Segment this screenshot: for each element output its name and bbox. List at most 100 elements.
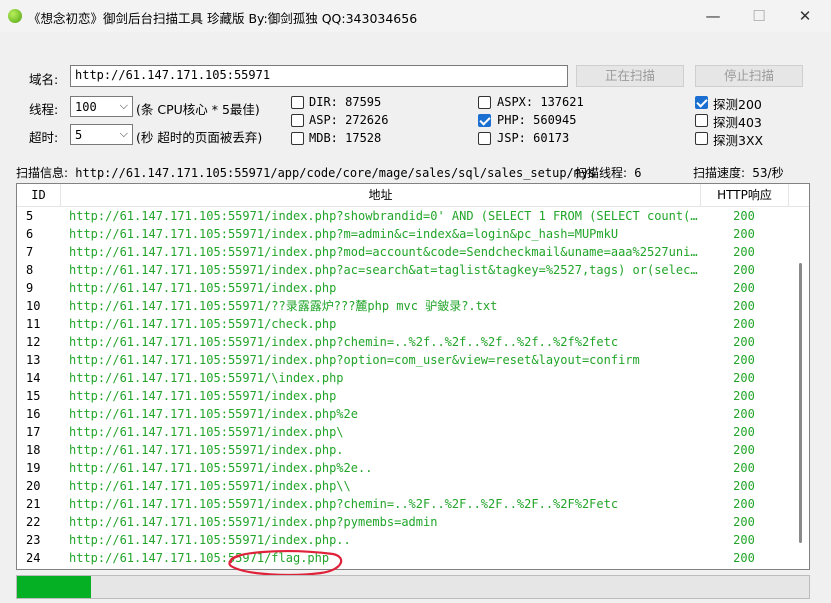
vertical-scrollbar[interactable] <box>793 207 809 569</box>
table-row[interactable]: 10 http://61.147.171.105:55971/??录露露炉???麓… <box>17 297 793 315</box>
row-url[interactable]: http://61.147.171.105:55971/index.php?mo… <box>69 243 701 261</box>
row-url[interactable]: http://61.147.171.105:55971/flag.php <box>69 549 701 567</box>
minimize-button[interactable]: — <box>690 0 736 32</box>
scan-speed: 扫描速度: 53/秒 <box>693 164 784 181</box>
app-icon <box>8 9 22 23</box>
row-id: 17 <box>26 425 41 439</box>
row-http-code: 200 <box>733 371 755 385</box>
dict-php-label: PHP: 560945 <box>497 113 577 127</box>
table-row[interactable]: 13 http://61.147.171.105:55971/index.php?… <box>17 351 793 369</box>
row-url[interactable]: http://61.147.171.105:55971/index.php.. <box>69 531 701 549</box>
start-scan-button[interactable]: 正在扫描 <box>576 65 684 87</box>
row-url[interactable]: http://61.147.171.105:55971/index.php?op… <box>69 351 701 369</box>
progress-bar <box>16 575 810 599</box>
dict-jsp-label: JSP: 60173 <box>497 131 570 145</box>
table-row[interactable]: 16 http://61.147.171.105:55971/index.php%… <box>17 405 793 423</box>
table-row[interactable]: 23 http://61.147.171.105:55971/index.php.… <box>17 531 793 549</box>
column-header-http[interactable]: HTTP响应 <box>701 184 789 206</box>
row-url[interactable]: http://61.147.171.105:55971/index.php?py… <box>69 513 701 531</box>
results-table[interactable]: ID 地址 HTTP响应 5 http://61.147.171.105:5597… <box>16 183 810 570</box>
dict-asp-checkbox[interactable] <box>291 114 304 127</box>
row-url[interactable]: http://61.147.171.105:55971/\index.php <box>69 369 701 387</box>
table-row[interactable]: 24 http://61.147.171.105:55971/flag.php 20… <box>17 549 793 567</box>
table-row[interactable]: 8 http://61.147.171.105:55971/index.php?a… <box>17 261 793 279</box>
table-row[interactable]: 7 http://61.147.171.105:55971/index.php?m… <box>17 243 793 261</box>
column-header-url[interactable]: 地址 <box>61 184 701 206</box>
row-url[interactable]: http://61.147.171.105:55971/index.php <box>69 387 701 405</box>
row-url[interactable]: http://61.147.171.105:55971/index.php?ch… <box>69 495 701 513</box>
domain-label: 域名: <box>29 72 59 87</box>
dict-mdb-checkbox[interactable] <box>291 132 304 145</box>
row-url[interactable]: http://61.147.171.105:55971/index.php%2e… <box>69 459 701 477</box>
probe-200-checkbox[interactable] <box>695 96 708 109</box>
table-row[interactable]: 15 http://61.147.171.105:55971/index.php 2… <box>17 387 793 405</box>
maximize-button[interactable]: ☐ <box>736 0 782 32</box>
row-id: 18 <box>26 443 41 457</box>
table-row[interactable]: 19 http://61.147.171.105:55971/index.php%… <box>17 459 793 477</box>
table-row[interactable]: 18 http://61.147.171.105:55971/index.php.… <box>17 441 793 459</box>
row-url[interactable]: http://61.147.171.105:55971/??录露露炉???麓ph… <box>69 297 701 315</box>
row-id: 5 <box>26 209 34 223</box>
table-row[interactable]: 12 http://61.147.171.105:55971/index.php?… <box>17 333 793 351</box>
row-url[interactable]: http://61.147.171.105:55971/index.php <box>69 279 701 297</box>
timeout-label: 超时: <box>29 130 59 145</box>
row-id: 15 <box>26 389 41 403</box>
row-url[interactable]: http://61.147.171.105:55971/index.php\\ <box>69 477 701 495</box>
row-url[interactable]: http://61.147.171.105:55971/check.php <box>69 315 701 333</box>
row-id: 21 <box>26 497 41 511</box>
dict-mdb-label: MDB: 17528 <box>309 131 382 145</box>
dict-jsp-checkbox[interactable] <box>478 132 491 145</box>
table-body: 5 http://61.147.171.105:55971/index.php?s… <box>17 207 793 567</box>
row-id: 10 <box>26 299 41 313</box>
domain-input[interactable]: http://61.147.171.105:55971 <box>70 65 568 87</box>
row-id: 14 <box>26 371 41 385</box>
table-row[interactable]: 6 http://61.147.171.105:55971/index.php?m… <box>17 225 793 243</box>
dict-php-checkbox[interactable] <box>478 114 491 127</box>
row-id: 16 <box>26 407 41 421</box>
column-header-id[interactable]: ID <box>17 184 61 206</box>
row-url[interactable]: http://61.147.171.105:55971/index.php. <box>69 441 701 459</box>
row-url[interactable]: http://61.147.171.105:55971/index.php?sh… <box>69 207 701 225</box>
probe-403-checkbox[interactable] <box>695 114 708 127</box>
chevron-down-icon: ⌵ <box>119 99 128 112</box>
threads-value: 100 <box>75 100 97 114</box>
scan-speed-label: 扫描速度: <box>693 166 746 180</box>
table-row[interactable]: 20 http://61.147.171.105:55971/index.php\… <box>17 477 793 495</box>
row-http-code: 200 <box>733 479 755 493</box>
table-row[interactable]: 17 http://61.147.171.105:55971/index.php\… <box>17 423 793 441</box>
timeout-select[interactable]: 5 ⌵ <box>70 124 133 145</box>
row-http-code: 200 <box>733 353 755 367</box>
row-url[interactable]: http://61.147.171.105:55971/index.php?ch… <box>69 333 701 351</box>
probe-403-label: 探测403 <box>713 115 762 130</box>
stop-scan-button[interactable]: 停止扫描 <box>695 65 803 87</box>
table-row[interactable]: 21 http://61.147.171.105:55971/index.php?… <box>17 495 793 513</box>
table-row[interactable]: 14 http://61.147.171.105:55971/\index.php… <box>17 369 793 387</box>
threads-label: 线程: <box>29 102 59 117</box>
table-row[interactable]: 22 http://61.147.171.105:55971/index.php?… <box>17 513 793 531</box>
row-url[interactable]: http://61.147.171.105:55971/index.php\ <box>69 423 701 441</box>
table-row[interactable]: 9 http://61.147.171.105:55971/index.php 20… <box>17 279 793 297</box>
row-http-code: 200 <box>733 335 755 349</box>
close-button[interactable]: ✕ <box>782 0 828 32</box>
window-title: 《想念初恋》御剑后台扫描工具 珍藏版 By:御剑孤独 QQ:343034656 <box>28 11 418 26</box>
row-id: 6 <box>26 227 34 241</box>
row-id: 22 <box>26 515 41 529</box>
scan-info-path: http://61.147.171.105:55971/app/code/cor… <box>75 166 596 180</box>
row-url[interactable]: http://61.147.171.105:55971/index.php?m=… <box>69 225 701 243</box>
row-http-code: 200 <box>733 515 755 529</box>
row-id: 19 <box>26 461 41 475</box>
scan-threads-label: 扫描线程: <box>575 166 628 180</box>
row-http-code: 200 <box>733 263 755 277</box>
scroll-thumb[interactable] <box>799 263 802 543</box>
threads-select[interactable]: 100 ⌵ <box>70 96 133 117</box>
row-id: 9 <box>26 281 34 295</box>
row-id: 7 <box>26 245 34 259</box>
table-row[interactable]: 5 http://61.147.171.105:55971/index.php?s… <box>17 207 793 225</box>
dict-dir-checkbox[interactable] <box>291 96 304 109</box>
row-url[interactable]: http://61.147.171.105:55971/index.php?ac… <box>69 261 701 279</box>
table-row[interactable]: 11 http://61.147.171.105:55971/check.php 2… <box>17 315 793 333</box>
probe-3xx-checkbox[interactable] <box>695 132 708 145</box>
dict-asp-label: ASP: 272626 <box>309 113 389 127</box>
row-url[interactable]: http://61.147.171.105:55971/index.php%2e <box>69 405 701 423</box>
dict-aspx-checkbox[interactable] <box>478 96 491 109</box>
